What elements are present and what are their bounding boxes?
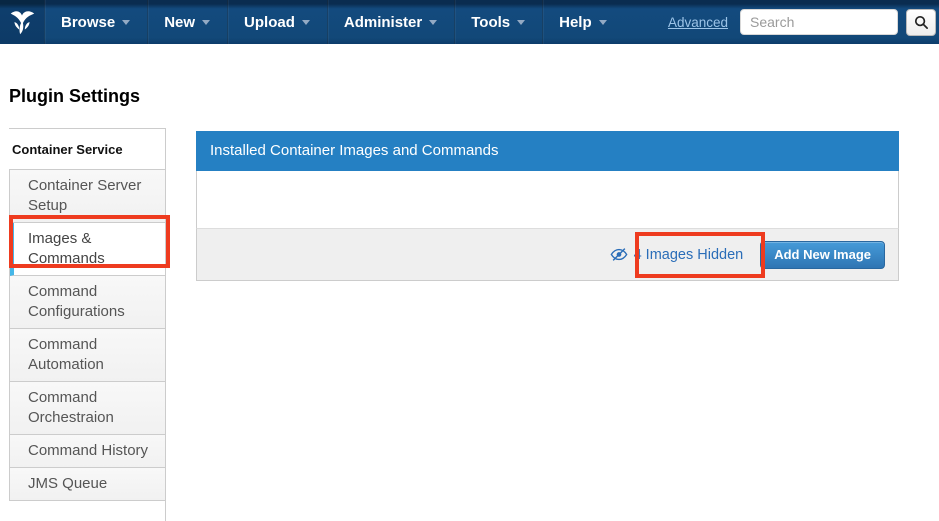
- nav-item-label: Upload: [244, 14, 295, 31]
- search-button[interactable]: [906, 9, 936, 36]
- nav-item-label: Browse: [61, 14, 115, 31]
- sidebar-item-label: Images & Commands: [28, 230, 105, 267]
- installed-images-panel: Installed Container Images and Commands …: [196, 131, 899, 281]
- sidebar-header: Container Service: [9, 129, 165, 169]
- nav-menu: Browse New Upload Administer Tools Help: [44, 0, 624, 44]
- chevron-down-icon: [517, 20, 525, 25]
- sidebar-item-images-commands[interactable]: Images & Commands: [10, 223, 165, 276]
- chevron-down-icon: [599, 20, 607, 25]
- sidebar-item-command-history[interactable]: Command History: [10, 435, 165, 468]
- sidebar-nav-list: Container Server Setup Images & Commands…: [9, 169, 165, 501]
- images-hidden-link[interactable]: 4 Images Hidden: [610, 247, 744, 263]
- eye-slash-icon: [610, 247, 628, 262]
- chevron-down-icon: [429, 20, 437, 25]
- sidebar-item-command-configurations[interactable]: Command Configurations: [10, 276, 165, 329]
- nav-item-label: Help: [559, 14, 592, 31]
- sidebar-item-command-automation[interactable]: Command Automation: [10, 329, 165, 382]
- sidebar-item-label: Command Orchestraion: [28, 389, 114, 426]
- panel-body-empty: [196, 171, 899, 228]
- panel-header: Installed Container Images and Commands: [196, 131, 899, 171]
- sidebar-item-command-orchestraion[interactable]: Command Orchestraion: [10, 382, 165, 435]
- bird-logo-icon: [7, 7, 37, 37]
- chevron-down-icon: [302, 20, 310, 25]
- panel-footer: 4 Images Hidden Add New Image: [196, 228, 899, 281]
- nav-item-administer[interactable]: Administer: [327, 0, 454, 44]
- sidebar-item-label: Container Server Setup: [28, 177, 141, 214]
- nav-item-browse[interactable]: Browse: [44, 0, 147, 44]
- chevron-down-icon: [122, 20, 130, 25]
- nav-item-help[interactable]: Help: [542, 0, 624, 44]
- sidebar-item-label: Command History: [28, 442, 148, 459]
- advanced-search-link[interactable]: Advanced: [668, 15, 728, 30]
- top-navbar: Browse New Upload Administer Tools Help: [0, 0, 939, 44]
- nav-item-label: Tools: [471, 14, 510, 31]
- search-input[interactable]: [740, 9, 898, 35]
- nav-item-label: Administer: [344, 14, 422, 31]
- nav-item-new[interactable]: New: [147, 0, 227, 44]
- sidebar-item-label: Command Automation: [28, 336, 104, 373]
- images-hidden-label: 4 Images Hidden: [634, 247, 744, 263]
- nav-item-upload[interactable]: Upload: [227, 0, 327, 44]
- app-logo[interactable]: [0, 0, 44, 44]
- sidebar-item-jms-queue[interactable]: JMS Queue: [10, 468, 165, 501]
- plugin-settings-page: Browse New Upload Administer Tools Help: [0, 0, 939, 521]
- page-title: Plugin Settings: [9, 86, 140, 107]
- add-new-image-button[interactable]: Add New Image: [760, 241, 885, 269]
- magnifier-icon: [914, 15, 929, 30]
- nav-item-tools[interactable]: Tools: [454, 0, 542, 44]
- chevron-down-icon: [202, 20, 210, 25]
- sidebar-container-service: Container Service Container Server Setup…: [9, 128, 166, 521]
- sidebar-item-container-server-setup[interactable]: Container Server Setup: [10, 170, 165, 223]
- sidebar-item-label: JMS Queue: [28, 475, 107, 492]
- navbar-search-area: Advanced: [668, 0, 939, 44]
- nav-item-label: New: [164, 14, 195, 31]
- sidebar-item-label: Command Configurations: [28, 283, 125, 320]
